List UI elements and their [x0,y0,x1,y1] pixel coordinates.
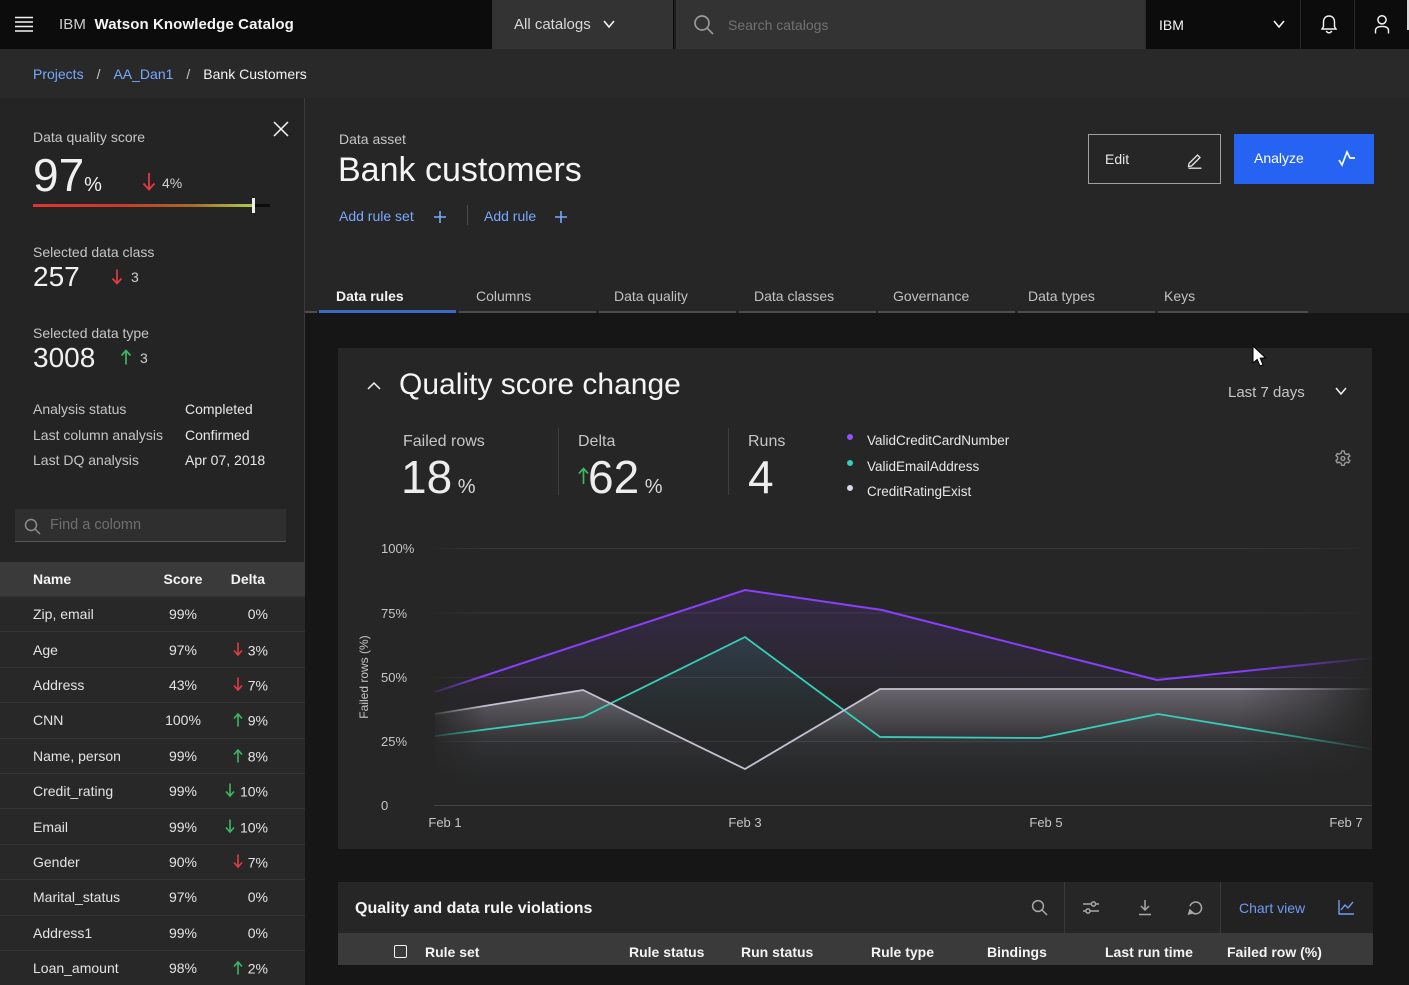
svg-text:Feb 5: Feb 5 [1029,815,1062,830]
svg-text:25%: 25% [381,734,407,749]
svg-text:Feb 1: Feb 1 [428,815,461,830]
svg-text:75%: 75% [381,606,407,621]
svg-text:100%: 100% [381,541,415,556]
svg-text:Feb 3: Feb 3 [728,815,761,830]
svg-text:50%: 50% [381,670,407,685]
svg-text:0: 0 [381,798,388,813]
svg-text:Feb 7: Feb 7 [1329,815,1362,830]
